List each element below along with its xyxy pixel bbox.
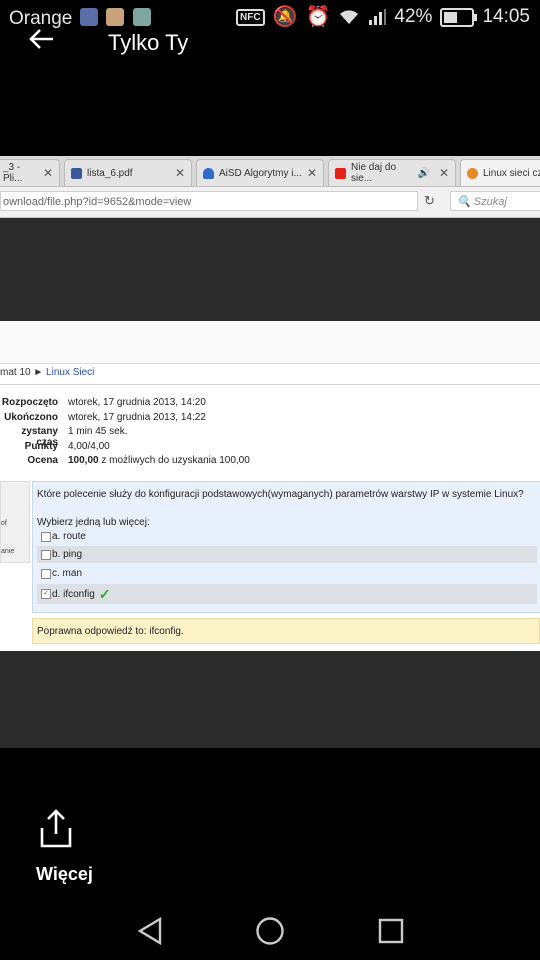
answer-option[interactable]: a. route bbox=[37, 528, 537, 545]
summary-key: zystany czas bbox=[21, 426, 58, 448]
address-bar: ownload/file.php?id=9652&mode=view ↻ 🔍 S… bbox=[0, 187, 540, 218]
battery-icon bbox=[440, 7, 478, 27]
nav-recents-icon[interactable] bbox=[377, 916, 405, 946]
reload-icon[interactable]: ↻ bbox=[424, 193, 435, 209]
side-label: anie bbox=[1, 548, 15, 555]
browser-tab-bar: _3 - Pli... ✕ lista_6.pdf ✕ AiSD Algorytmy… bbox=[0, 156, 540, 187]
browser-tab[interactable]: lista_6.pdf ✕ bbox=[64, 159, 192, 186]
answer-prompt: Wybierz jedną lub więcej: bbox=[37, 517, 150, 528]
answer-option[interactable]: ✓ d. ifconfig ✓ bbox=[37, 584, 537, 604]
wifi-icon bbox=[340, 10, 359, 24]
gallery-icon bbox=[133, 8, 151, 26]
page-top-strip bbox=[0, 321, 540, 364]
breadcrumb-link[interactable]: Linux Sieci bbox=[46, 367, 94, 378]
tab-label: lista_6.pdf bbox=[87, 167, 133, 179]
share-icon[interactable] bbox=[36, 808, 78, 850]
option-label: a. route bbox=[52, 531, 86, 542]
tab-label: _3 - Pli... bbox=[3, 162, 23, 184]
share-label[interactable]: Więcej bbox=[36, 864, 93, 885]
moodle-icon bbox=[467, 167, 478, 179]
summary-key: Punkty bbox=[24, 440, 58, 452]
correct-check-icon: ✓ bbox=[98, 585, 111, 602]
back-arrow-icon[interactable] bbox=[28, 26, 54, 56]
summary-row: zystany czas 1 min 45 sek. bbox=[0, 426, 250, 448]
close-icon[interactable]: ✕ bbox=[43, 166, 53, 180]
alarm-icon: ⏰ bbox=[305, 6, 331, 28]
question-text: Które polecenie służy do konfiguracji po… bbox=[37, 489, 524, 500]
breadcrumb: mat 10 ► Linux Sieci bbox=[0, 367, 94, 378]
audio-icon[interactable]: 🔊 bbox=[417, 168, 429, 179]
shared-image[interactable]: _3 - Pli... ✕ lista_6.pdf ✕ AiSD Algorytmy… bbox=[0, 156, 540, 748]
summary-value: wtorek, 17 grudnia 2013, 14:20 bbox=[68, 397, 206, 408]
breadcrumb-prefix: mat 10 ► bbox=[0, 367, 44, 378]
side-label: of bbox=[1, 520, 7, 527]
answer-option[interactable]: b. ping bbox=[37, 546, 537, 563]
feedback-box: Poprawna odpowiedź to: ifconfig. bbox=[32, 618, 540, 644]
cloud-icon bbox=[203, 167, 214, 179]
summary-key: Ocena bbox=[27, 455, 58, 466]
search-field[interactable]: 🔍 Szukaj bbox=[450, 191, 540, 211]
option-label: b. ping bbox=[52, 549, 83, 560]
checkbox-checked[interactable]: ✓ bbox=[41, 589, 51, 599]
navigation-bar bbox=[0, 900, 540, 960]
clock: 14:05 bbox=[482, 6, 530, 27]
url-field[interactable]: ownload/file.php?id=9652&mode=view bbox=[0, 191, 418, 211]
attempt-summary: Rozpoczęto wtorek, 17 grudnia 2013, 14:20… bbox=[0, 397, 250, 470]
browser-tab-active[interactable]: Linux sieci cz bbox=[460, 159, 540, 186]
battery-percent: 42% bbox=[394, 6, 433, 27]
grade-value: 100,00 bbox=[68, 455, 99, 466]
close-icon[interactable]: ✕ bbox=[439, 166, 449, 180]
option-label: c. man bbox=[52, 568, 83, 579]
summary-value: 1 min 45 sek. bbox=[68, 426, 128, 437]
divider bbox=[0, 384, 540, 385]
summary-row: Ocena 100,00 z możliwych do uzyskania 100… bbox=[0, 455, 250, 470]
summary-value: wtorek, 17 grudnia 2013, 14:22 bbox=[68, 411, 206, 423]
search-placeholder: Szukaj bbox=[473, 196, 507, 208]
summary-row: Ukończono wtorek, 17 grudnia 2013, 14:22 bbox=[0, 412, 250, 427]
tab-label: Nie daj do sie... bbox=[351, 162, 397, 184]
summary-row: Rozpoczęto wtorek, 17 grudnia 2013, 14:20 bbox=[0, 397, 250, 412]
tab-label: Linux sieci cz bbox=[483, 167, 540, 179]
checkbox[interactable] bbox=[41, 549, 51, 560]
summary-row: Punkty 4,00/4,00 bbox=[0, 441, 250, 456]
summary-key: Ukończono bbox=[4, 411, 58, 423]
tab-label: AiSD Algorytmy i... bbox=[219, 167, 302, 179]
browser-tab[interactable]: Nie daj do sie... 🔊 ✕ bbox=[328, 159, 456, 186]
browser-tab[interactable]: _3 - Pli... ✕ bbox=[0, 159, 60, 186]
nfc-icon: NFC bbox=[236, 8, 265, 26]
facebook-icon bbox=[71, 167, 82, 179]
quiz-page: mat 10 ► Linux Sieci Rozpoczęto wtorek, 1… bbox=[0, 321, 540, 651]
option-label: d. ifconfig bbox=[52, 588, 95, 600]
summary-key: Rozpoczęto bbox=[1, 397, 58, 408]
summary-value: 4,00/4,00 bbox=[68, 440, 110, 452]
avatar-icon bbox=[106, 8, 124, 26]
checkbox[interactable] bbox=[41, 531, 51, 542]
checkbox[interactable] bbox=[41, 568, 51, 579]
summary-value: z możliwych do uzyskania 100,00 bbox=[101, 455, 250, 466]
app-icon bbox=[80, 8, 98, 26]
close-icon[interactable]: ✕ bbox=[307, 166, 317, 180]
browser-tab[interactable]: AiSD Algorytmy i... ✕ bbox=[196, 159, 324, 186]
question-box: Które polecenie służy do konfiguracji po… bbox=[32, 481, 540, 613]
question-info-panel: of anie bbox=[0, 481, 30, 563]
page-header-dark bbox=[0, 218, 540, 322]
close-icon[interactable]: ✕ bbox=[175, 166, 185, 180]
answer-option[interactable]: c. man bbox=[37, 565, 537, 582]
nav-home-icon[interactable] bbox=[255, 916, 285, 946]
signal-icon bbox=[369, 9, 387, 25]
status-bar: Orange NFC 🔕 ⏰ 42% 14:05 bbox=[0, 0, 540, 36]
mute-icon: 🔕 bbox=[272, 6, 298, 28]
chat-title: Tylko Ty bbox=[108, 30, 189, 55]
nav-back-icon[interactable] bbox=[136, 916, 164, 946]
youtube-icon bbox=[335, 167, 346, 179]
